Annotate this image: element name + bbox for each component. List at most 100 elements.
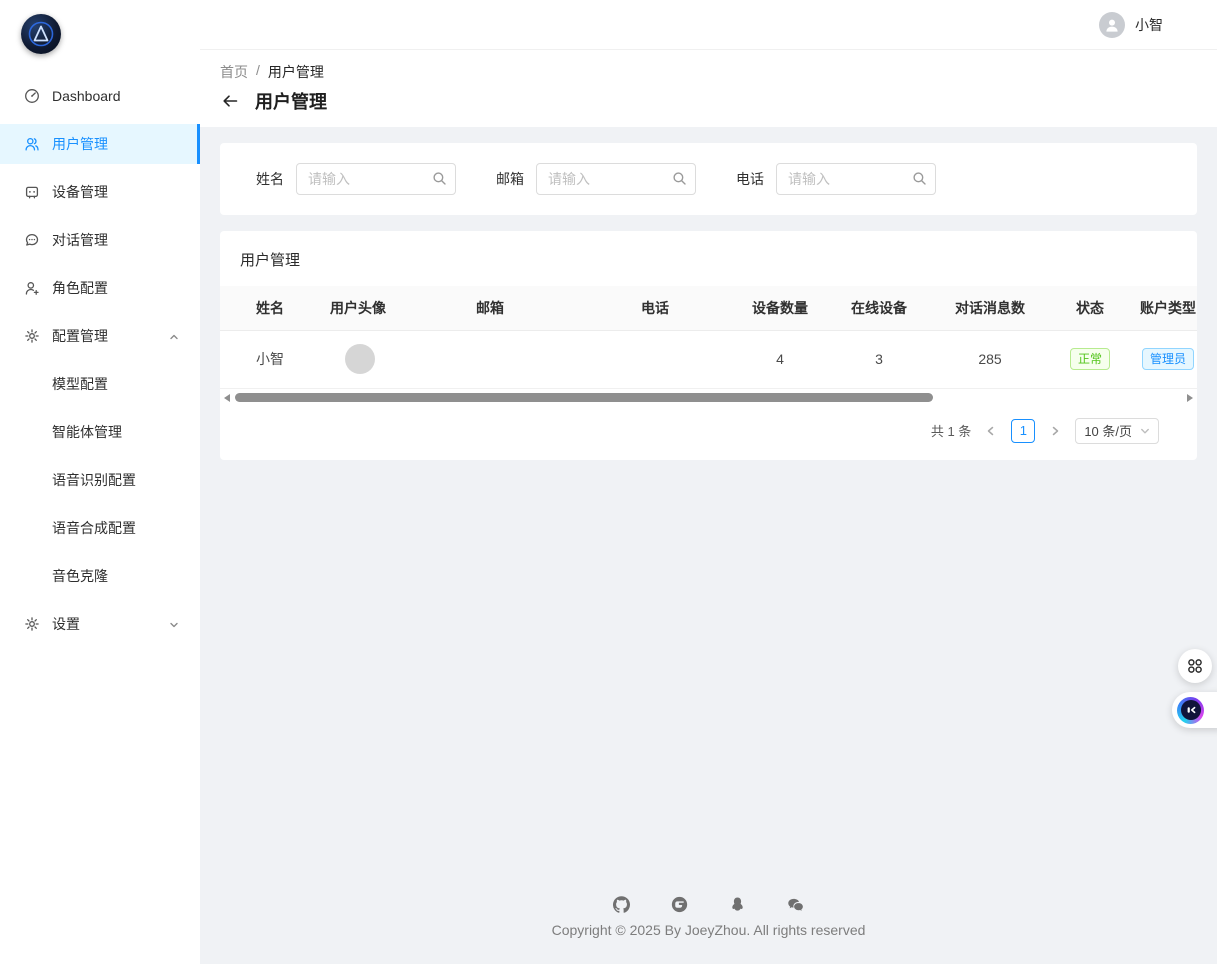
sidebar-item-asr-config[interactable]: 语音识别配置	[0, 460, 200, 500]
filter-card: 姓名 邮箱 电话	[220, 143, 1197, 215]
scroll-right-arrow[interactable]	[1187, 394, 1193, 402]
next-page-button[interactable]	[1044, 419, 1066, 443]
column-header-email: 邮箱	[476, 286, 641, 330]
config-gear-icon	[24, 328, 40, 344]
account-type-badge: 管理员	[1142, 348, 1194, 370]
sidebar-menu: Dashboard 用户管理 设备管理 对话管理 角色配置	[0, 66, 200, 644]
settings-gear-icon	[24, 616, 40, 632]
cell-status: 正常	[1052, 330, 1128, 388]
prev-page-button[interactable]	[980, 419, 1002, 443]
chevron-down-icon	[168, 618, 180, 634]
sidebar-item-settings[interactable]: 设置	[0, 604, 200, 644]
column-header-message-count: 对话消息数	[928, 286, 1052, 330]
gitee-icon[interactable]	[671, 896, 688, 913]
sidebar-item-model-config[interactable]: 模型配置	[0, 364, 200, 404]
column-header-device-count: 设备数量	[730, 286, 830, 330]
filter-field-phone: 电话	[736, 163, 936, 195]
search-icon[interactable]	[912, 171, 927, 189]
back-button[interactable]	[220, 91, 240, 111]
user-table-card: 用户管理 姓名 用户头像 邮箱 电话 设备数量	[220, 231, 1197, 460]
table-header-row: 姓名 用户头像 邮箱 电话 设备数量 在线设备 对话消息数 状态 账户类型	[220, 286, 1197, 330]
table-container: 姓名 用户头像 邮箱 电话 设备数量 在线设备 对话消息数 状态 账户类型	[220, 286, 1197, 389]
sidebar-item-voice-clone[interactable]: 音色克隆	[0, 556, 200, 596]
sidebar-item-label: 语音识别配置	[52, 470, 136, 490]
search-icon[interactable]	[672, 171, 687, 189]
ai-assistant-button[interactable]	[1172, 692, 1217, 728]
filter-label: 邮箱	[496, 169, 524, 189]
column-header-account-type: 账户类型	[1128, 286, 1197, 330]
qq-icon[interactable]	[729, 896, 746, 913]
sidebar-item-label: 模型配置	[52, 374, 108, 394]
sidebar-item-devices[interactable]: 设备管理	[0, 172, 200, 212]
app-logo[interactable]	[21, 14, 61, 54]
sidebar-item-label: Dashboard	[52, 88, 121, 104]
column-header-avatar: 用户头像	[330, 286, 476, 330]
topbar: 小智	[200, 0, 1217, 50]
search-icon[interactable]	[432, 171, 447, 189]
role-add-icon	[24, 280, 40, 296]
cell-avatar	[330, 330, 476, 388]
sidebar-item-label: 设置	[52, 614, 80, 634]
breadcrumb-separator: /	[256, 62, 260, 82]
breadcrumb-current: 用户管理	[268, 62, 324, 82]
breadcrumb: 首页 / 用户管理	[220, 62, 1197, 82]
sidebar-item-label: 对话管理	[52, 230, 108, 250]
sidebar-item-roles[interactable]: 角色配置	[0, 268, 200, 308]
table-row: 小智 4 3 285 正常 管理员	[220, 330, 1197, 388]
page-number-button[interactable]: 1	[1011, 419, 1035, 443]
filter-field-name: 姓名	[256, 163, 456, 195]
cell-account-type: 管理员	[1128, 330, 1197, 388]
github-icon[interactable]	[613, 896, 630, 913]
sidebar-item-dashboard[interactable]: Dashboard	[0, 76, 200, 116]
logo-wrap	[0, 0, 200, 66]
chevron-left-icon	[986, 426, 996, 436]
pagination-total: 共 1 条	[931, 421, 971, 440]
sidebar-item-label: 配置管理	[52, 326, 108, 346]
avatar	[1099, 12, 1125, 38]
cell-online-device: 3	[830, 330, 928, 388]
column-header-online-device: 在线设备	[830, 286, 928, 330]
content: 姓名 邮箱 电话	[200, 127, 1217, 964]
page-title: 用户管理	[255, 88, 327, 114]
sidebar-item-conversations[interactable]: 对话管理	[0, 220, 200, 260]
chevron-down-icon	[1140, 426, 1150, 436]
users-icon	[24, 136, 40, 152]
sidebar-item-label: 智能体管理	[52, 422, 122, 442]
filter-label: 电话	[736, 169, 764, 189]
filter-field-email: 邮箱	[496, 163, 696, 195]
wechat-icon[interactable]	[787, 896, 804, 913]
main-area: 小智 首页 / 用户管理 用户管理 姓名	[200, 0, 1217, 964]
footer-icons	[220, 896, 1197, 913]
chevron-right-icon	[1050, 426, 1060, 436]
device-icon	[24, 184, 40, 200]
sidebar-item-tts-config[interactable]: 语音合成配置	[0, 508, 200, 548]
user-table: 姓名 用户头像 邮箱 电话 设备数量 在线设备 对话消息数 状态 账户类型	[220, 286, 1197, 389]
filter-label: 姓名	[256, 169, 284, 189]
apps-grid-icon	[1186, 657, 1204, 675]
quick-apps-button[interactable]	[1178, 649, 1212, 683]
user-menu[interactable]: 小智	[1099, 12, 1163, 38]
sidebar-item-users[interactable]: 用户管理	[0, 124, 200, 164]
sidebar-item-config[interactable]: 配置管理	[0, 316, 200, 356]
page-size-value: 10 条/页	[1084, 421, 1132, 440]
table-card-title: 用户管理	[220, 231, 1197, 286]
page-size-select[interactable]: 10 条/页	[1075, 418, 1159, 444]
sidebar-item-agent-management[interactable]: 智能体管理	[0, 412, 200, 452]
column-header-name: 姓名	[220, 286, 330, 330]
copyright-text: Copyright © 2025 By JoeyZhou. All rights…	[220, 922, 1197, 938]
sidebar-item-label: 音色克隆	[52, 566, 108, 586]
breadcrumb-home[interactable]: 首页	[220, 62, 248, 82]
cell-email	[476, 330, 641, 388]
pagination: 共 1 条 1 10 条/页	[220, 404, 1197, 450]
footer: Copyright © 2025 By JoeyZhou. All rights…	[220, 896, 1197, 944]
horizontal-scrollbar	[224, 392, 1193, 404]
cell-phone	[641, 330, 730, 388]
page-header: 首页 / 用户管理 用户管理	[200, 50, 1217, 127]
person-icon	[1103, 16, 1121, 34]
column-header-status: 状态	[1052, 286, 1128, 330]
scroll-left-arrow[interactable]	[224, 394, 230, 402]
user-avatar-image	[345, 344, 375, 374]
sidebar-item-label: 角色配置	[52, 278, 108, 298]
scrollbar-thumb[interactable]	[235, 393, 933, 402]
cell-name: 小智	[220, 330, 330, 388]
